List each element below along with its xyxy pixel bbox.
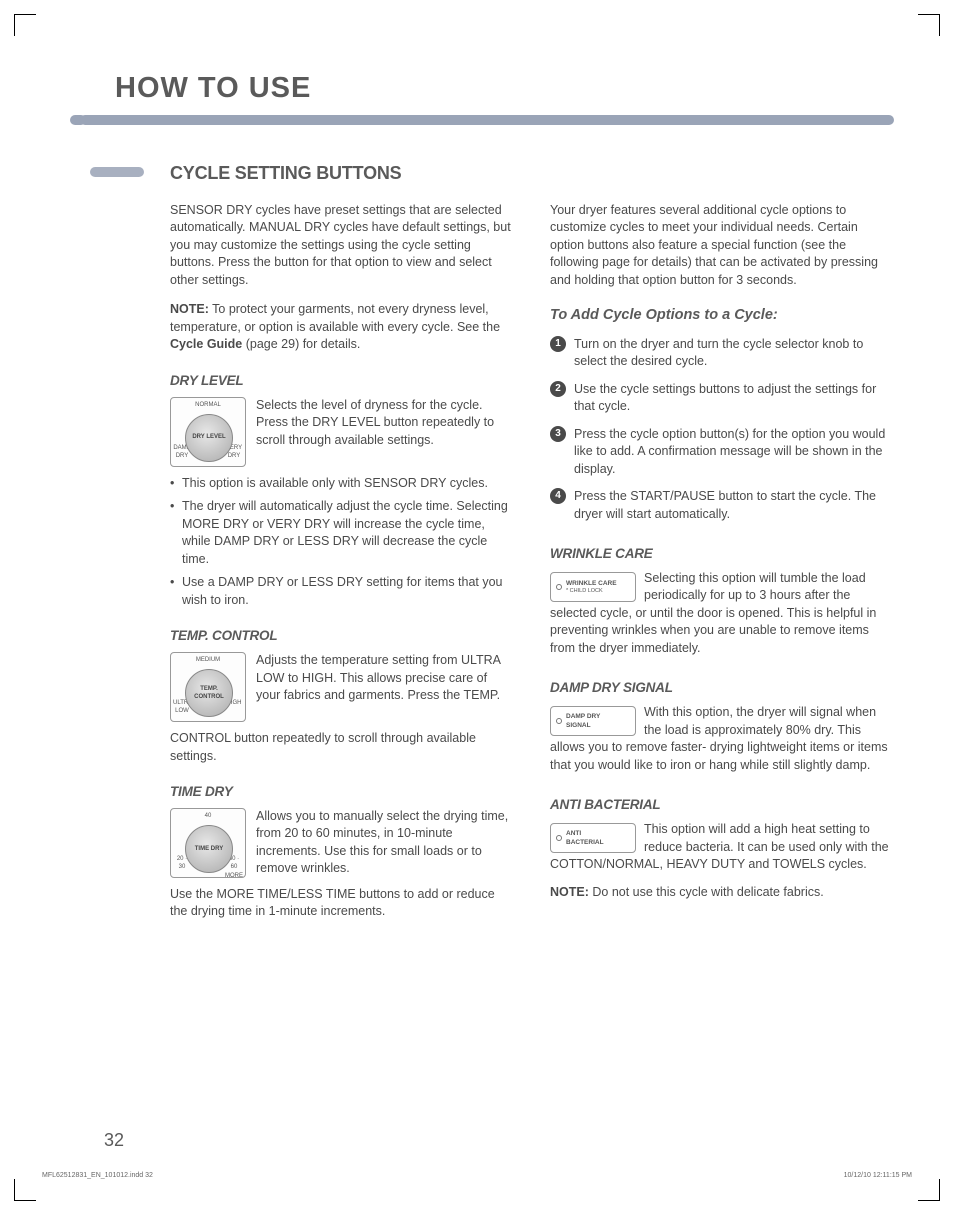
two-column-layout: SENSOR DRY cycles have preset settings t…: [170, 202, 894, 933]
note-text: Do not use this cycle with delicate fabr…: [589, 885, 824, 899]
knob-dial: DRY LEVEL: [185, 414, 233, 462]
led-dot-icon: [556, 835, 562, 841]
dry-level-block: NORMAL DAMP DRY VERY DRY DRY LEVEL Selec…: [170, 397, 514, 467]
heading-damp-dry-signal: DAMP DRY SIGNAL: [550, 679, 894, 698]
step-text: Use the cycle settings buttons to adjust…: [574, 381, 894, 416]
dry-level-knob-icon: NORMAL DAMP DRY VERY DRY DRY LEVEL: [170, 397, 246, 467]
knob-top-label: 40: [171, 812, 245, 820]
time-dry-knob-icon: 40 20 · 30 50 · 60 MORE TIME DRY: [170, 808, 246, 878]
wrinkle-care-button-icon: WRINKLE CARE * CHILD LOCK: [550, 572, 636, 602]
page-number: 32: [104, 1128, 124, 1153]
button-line1: ANTI: [566, 829, 604, 838]
note-label: NOTE:: [550, 885, 589, 899]
title-underline-bar: [80, 115, 894, 125]
list-item: Use a DAMP DRY or LESS DRY setting for i…: [170, 574, 514, 609]
section-wrinkle-care: WRINKLE CARE WRINKLE CARE * CHILD LOCK S…: [550, 545, 894, 657]
step-number-icon: 4: [550, 488, 566, 504]
intro-paragraph-left: SENSOR DRY cycles have preset settings t…: [170, 202, 514, 290]
knob-dial: TIME DRY: [185, 825, 233, 873]
button-line1: WRINKLE CARE: [566, 579, 617, 588]
note-text-1: To protect your garments, not every dryn…: [170, 302, 500, 334]
step-text: Press the START/PAUSE button to start th…: [574, 488, 894, 523]
page-content: HOW TO USE CYCLE SETTING BUTTONS SENSOR …: [0, 0, 954, 973]
temp-control-tail: CONTROL button repeatedly to scroll thro…: [170, 730, 514, 765]
section-cycle-setting-buttons: CYCLE SETTING BUTTONS SENSOR DRY cycles …: [170, 161, 894, 933]
list-item: The dryer will automatically adjust the …: [170, 498, 514, 568]
time-dry-tail: Use the MORE TIME/LESS TIME buttons to a…: [170, 886, 514, 921]
crop-mark-bottom-right: [918, 1179, 940, 1201]
section-anti-bacterial: ANTI BACTERIAL ANTI BACTERIAL This optio…: [550, 796, 894, 873]
heading-anti-bacterial: ANTI BACTERIAL: [550, 796, 894, 815]
time-dry-block: 40 20 · 30 50 · 60 MORE TIME DRY Allows …: [170, 808, 514, 878]
anti-bacterial-note: NOTE: Do not use this cycle with delicat…: [550, 884, 894, 902]
time-dry-desc: Allows you to manually select the drying…: [256, 808, 514, 878]
dry-level-desc: Selects the level of dryness for the cyc…: [256, 397, 514, 467]
button-line2: BACTERIAL: [566, 838, 604, 847]
anti-bacterial-button-icon: ANTI BACTERIAL: [550, 823, 636, 853]
section-tab-marker: [90, 167, 144, 177]
button-label: WRINKLE CARE * CHILD LOCK: [566, 579, 617, 596]
crop-mark-bottom-left: [14, 1179, 36, 1201]
column-left: SENSOR DRY cycles have preset settings t…: [170, 202, 514, 933]
column-right: Your dryer features several additional c…: [550, 202, 894, 933]
knob-top-label: NORMAL: [171, 401, 245, 409]
heading-dry-level: DRY LEVEL: [170, 372, 514, 391]
heading-add-options: To Add Cycle Options to a Cycle:: [550, 305, 894, 325]
section-damp-dry-signal: DAMP DRY SIGNAL DAMP DRY SIGNAL With thi…: [550, 679, 894, 774]
intro-paragraph-right: Your dryer features several additional c…: [550, 202, 894, 290]
step-row: 3 Press the cycle option button(s) for t…: [550, 426, 894, 479]
step-row: 4 Press the START/PAUSE button to start …: [550, 488, 894, 523]
button-label: ANTI BACTERIAL: [566, 829, 604, 847]
led-dot-icon: [556, 718, 562, 724]
heading-time-dry: TIME DRY: [170, 783, 514, 802]
footer-timestamp: 10/12/10 12:11:15 PM: [844, 1171, 912, 1181]
button-label: DAMP DRY SIGNAL: [566, 712, 600, 730]
note-paragraph: NOTE: To protect your garments, not ever…: [170, 301, 514, 354]
heading-temp-control: TEMP. CONTROL: [170, 627, 514, 646]
button-line2: SIGNAL: [566, 721, 600, 730]
step-number-icon: 3: [550, 426, 566, 442]
crop-mark-top-right: [918, 14, 940, 36]
crop-mark-top-left: [14, 14, 36, 36]
knob-dial: TEMP. CONTROL: [185, 669, 233, 717]
note-cycle-guide: Cycle Guide: [170, 337, 242, 351]
note-text-2: (page 29) for details.: [242, 337, 360, 351]
step-number-icon: 1: [550, 336, 566, 352]
temp-control-block: MEDIUM ULTRA LOW HIGH TEMP. CONTROL Adju…: [170, 652, 514, 722]
step-row: 1 Turn on the dryer and turn the cycle s…: [550, 336, 894, 371]
button-line1: DAMP DRY: [566, 712, 600, 721]
step-row: 2 Use the cycle settings buttons to adju…: [550, 381, 894, 416]
knob-top-label: MEDIUM: [171, 656, 245, 664]
dry-level-bullets: This option is available only with SENSO…: [170, 475, 514, 610]
footer-filename: MFL62512831_EN_101012.indd 32: [42, 1171, 153, 1181]
led-dot-icon: [556, 584, 562, 590]
section-title: CYCLE SETTING BUTTONS: [170, 161, 894, 186]
page-title: HOW TO USE: [115, 68, 894, 109]
step-number-icon: 2: [550, 381, 566, 397]
button-line2: * CHILD LOCK: [566, 588, 617, 596]
temp-control-knob-icon: MEDIUM ULTRA LOW HIGH TEMP. CONTROL: [170, 652, 246, 722]
note-label: NOTE:: [170, 302, 209, 316]
temp-control-desc: Adjusts the temperature setting from ULT…: [256, 652, 514, 722]
step-text: Turn on the dryer and turn the cycle sel…: [574, 336, 894, 371]
step-text: Press the cycle option button(s) for the…: [574, 426, 894, 479]
heading-wrinkle-care: WRINKLE CARE: [550, 545, 894, 564]
list-item: This option is available only with SENSO…: [170, 475, 514, 493]
damp-dry-button-icon: DAMP DRY SIGNAL: [550, 706, 636, 736]
